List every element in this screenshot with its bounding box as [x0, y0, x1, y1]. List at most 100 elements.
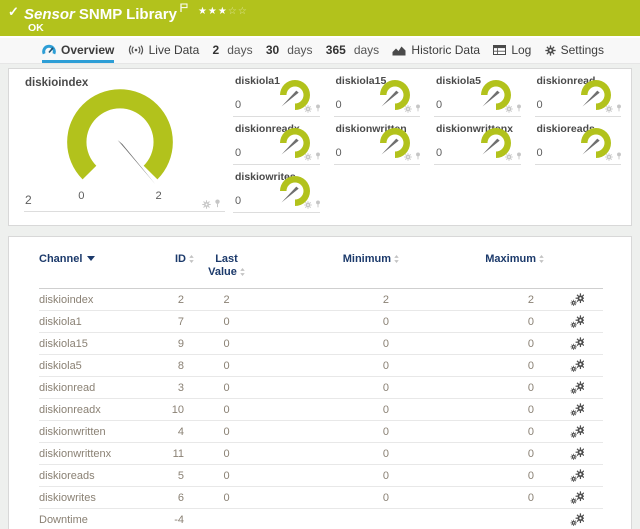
gauge-value: 0 [235, 147, 241, 159]
channel-settings-icon[interactable] [570, 315, 584, 328]
gear-icon [545, 45, 556, 56]
table-row[interactable]: diskiowrites 6 0 0 0 [39, 487, 603, 509]
gauge-pin-icon[interactable] [214, 199, 221, 209]
channel-id: 6 [164, 487, 194, 509]
table-row[interactable]: diskioreads 5 0 0 0 [39, 465, 603, 487]
channel-minimum: 0 [259, 355, 399, 377]
gauge-pin-icon[interactable] [415, 152, 421, 161]
column-header-actions [544, 251, 603, 289]
gauge-pin-icon[interactable] [315, 200, 321, 209]
gauge-label: diskiola5 [436, 75, 481, 87]
gauge-pin-icon[interactable] [616, 152, 622, 161]
channel-id: 9 [164, 333, 194, 355]
column-header-id[interactable]: ID [164, 251, 194, 289]
table-row[interactable]: diskiola5 8 0 0 0 [39, 355, 603, 377]
channel-settings-icon[interactable] [570, 469, 584, 482]
gauge-pin-icon[interactable] [315, 152, 321, 161]
tab-2-days[interactable]: 2days [213, 38, 253, 63]
gauge-settings-icon[interactable] [304, 201, 312, 209]
sensor-title: SensorSNMP Library★★★☆☆ [24, 3, 248, 23]
channel-minimum: 0 [259, 333, 399, 355]
table-row[interactable]: diskionread 3 0 0 0 [39, 377, 603, 399]
table-row[interactable]: diskiola15 9 0 0 0 [39, 333, 603, 355]
channel-name: diskionread [39, 377, 164, 399]
channel-name: diskiola15 [39, 333, 164, 355]
channel-settings-icon[interactable] [570, 425, 584, 438]
channel-settings-icon[interactable] [570, 403, 584, 416]
channel-maximum: 0 [399, 311, 544, 333]
table-row[interactable]: diskiola1 7 0 0 0 [39, 311, 603, 333]
gauge-pin-icon[interactable] [315, 104, 321, 113]
channel-id: 3 [164, 377, 194, 399]
gauge-value: 0 [235, 99, 241, 111]
channel-minimum: 0 [259, 487, 399, 509]
tab-label: Live Data [149, 43, 200, 57]
gauge-settings-icon[interactable] [404, 153, 412, 161]
gauge-settings-icon[interactable] [404, 105, 412, 113]
gauge-settings-icon[interactable] [202, 200, 211, 209]
overview-gauge-icon [42, 44, 56, 56]
gauge-cell: diskionreadx 0 [229, 117, 330, 165]
channel-settings-icon[interactable] [570, 447, 584, 460]
channel-name: diskiowrites [39, 487, 164, 509]
channel-minimum: 0 [259, 377, 399, 399]
column-header-last-value[interactable]: LastValue [194, 251, 259, 289]
table-row[interactable]: diskionreadx 10 0 0 0 [39, 399, 603, 421]
check-icon: ✓ [8, 4, 19, 20]
gauge-cell: diskiola1 0 [229, 69, 330, 117]
sensor-status-bar: ✓ SensorSNMP Library★★★☆☆ OK [0, 0, 640, 38]
tab-365-days[interactable]: 365days [326, 38, 379, 63]
sort-icon [189, 255, 194, 263]
gauge-value: 0 [436, 99, 442, 111]
column-header-minimum[interactable]: Minimum [259, 251, 399, 289]
column-header-channel[interactable]: Channel [39, 251, 164, 289]
channel-settings-icon[interactable] [570, 381, 584, 394]
channel-id: 4 [164, 421, 194, 443]
gauge-value: 0 [336, 147, 342, 159]
gauge-pin-icon[interactable] [415, 104, 421, 113]
table-row[interactable]: diskionwrittenx 11 0 0 0 [39, 443, 603, 465]
tab-settings[interactable]: Settings [545, 38, 604, 63]
column-header-maximum[interactable]: Maximum [399, 251, 544, 289]
channel-minimum: 0 [259, 399, 399, 421]
tab-bar: Overview Live Data 2days 30days 365days … [0, 38, 640, 64]
channel-last-value: 0 [194, 443, 259, 465]
channel-last-value: 0 [194, 311, 259, 333]
channel-settings-icon[interactable] [570, 513, 584, 526]
table-row[interactable]: diskioindex 2 2 2 2 [39, 289, 603, 311]
gauge-max-label: 2 [156, 190, 162, 202]
gauge-settings-icon[interactable] [505, 153, 513, 161]
channel-maximum: 0 [399, 487, 544, 509]
gauge-settings-icon[interactable] [304, 153, 312, 161]
channel-name: diskioindex [39, 289, 164, 311]
gauge-settings-icon[interactable] [605, 153, 613, 161]
flag-icon[interactable] [180, 3, 188, 12]
channel-settings-icon[interactable] [570, 293, 584, 306]
rating-stars[interactable]: ★★★☆☆ [198, 6, 248, 17]
gauge-cell: diskionwrittenx 0 [430, 117, 531, 165]
channel-settings-icon[interactable] [570, 359, 584, 372]
gauge-pin-icon[interactable] [516, 104, 522, 113]
gauge-pin-icon[interactable] [616, 104, 622, 113]
table-row[interactable]: diskionwritten 4 0 0 0 [39, 421, 603, 443]
gauge-cell: diskiowrites 0 [229, 165, 330, 213]
chart-mountains-icon [392, 45, 406, 56]
channel-settings-icon[interactable] [570, 337, 584, 350]
tab-label: Historic Data [411, 43, 480, 57]
channel-maximum: 0 [399, 465, 544, 487]
gauge-cell: diskionwritten 0 [330, 117, 431, 165]
tab-historic-data[interactable]: Historic Data [392, 38, 480, 63]
gauge-settings-icon[interactable] [505, 105, 513, 113]
channel-maximum: 0 [399, 421, 544, 443]
gauge-settings-icon[interactable] [605, 105, 613, 113]
channel-settings-icon[interactable] [570, 491, 584, 504]
gauge-settings-icon[interactable] [304, 105, 312, 113]
tab-live-data[interactable]: Live Data [128, 38, 200, 63]
table-row[interactable]: Downtime -4 [39, 509, 603, 529]
gauge-pin-icon[interactable] [516, 152, 522, 161]
tab-log[interactable]: Log [493, 38, 531, 63]
channel-id: 11 [164, 443, 194, 465]
tab-30-days[interactable]: 30days [266, 38, 313, 63]
channel-maximum: 2 [399, 289, 544, 311]
tab-overview[interactable]: Overview [42, 38, 114, 63]
